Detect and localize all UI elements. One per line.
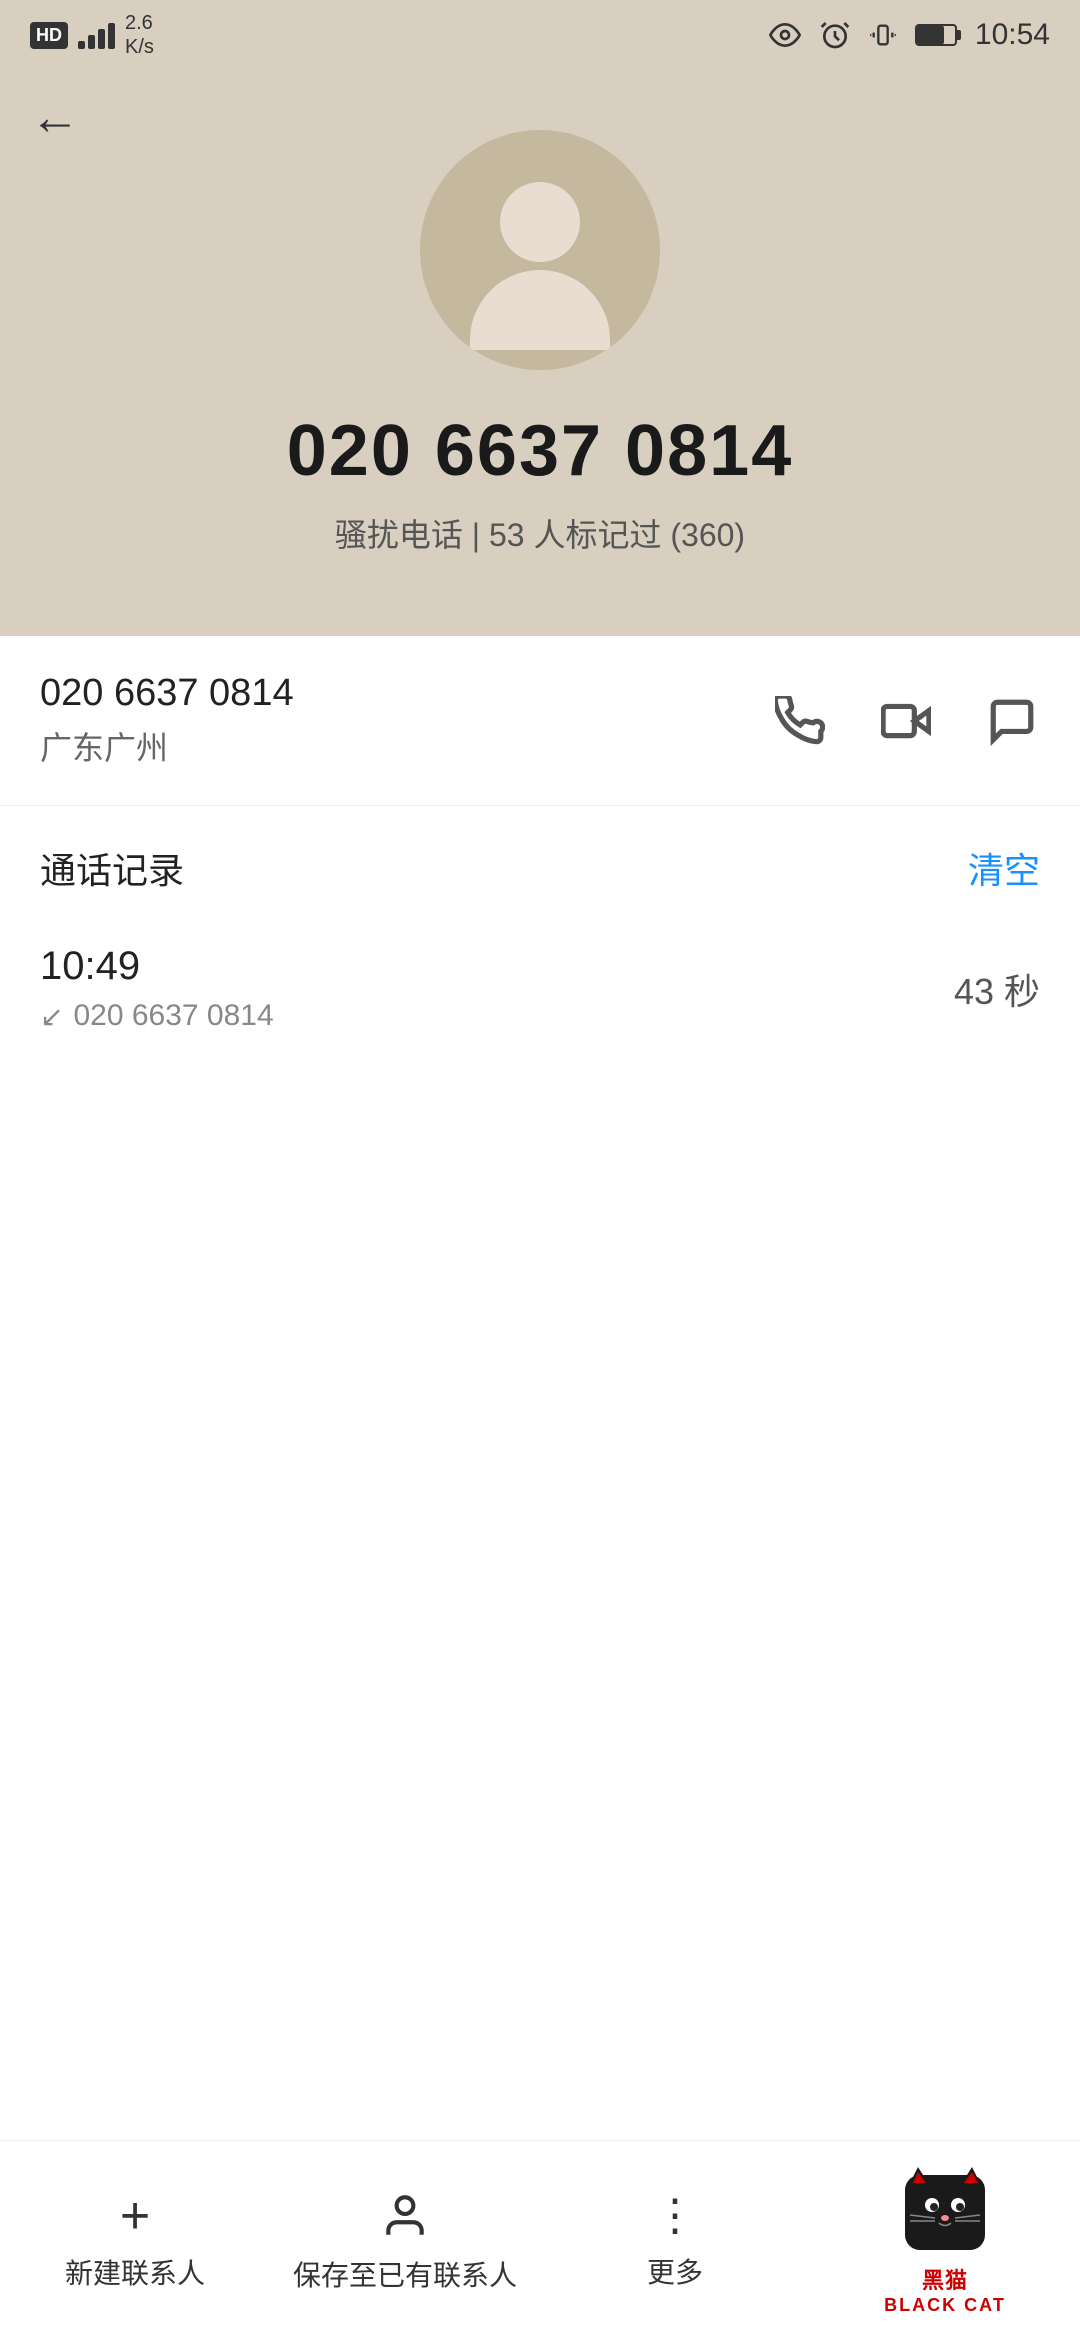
save-contact-label: 保存至已有联系人	[293, 2254, 517, 2294]
status-time: 10:54	[975, 18, 1050, 52]
bottom-nav: + 新建联系人 保存至已有联系人 ⋮ 更多	[0, 2140, 1080, 2340]
signal-bar-3	[98, 29, 105, 49]
clear-button[interactable]: 清空	[968, 842, 1040, 894]
content-area: 020 6637 0814 广东广州	[0, 636, 1080, 1053]
save-contact-nav[interactable]: 保存至已有联系人	[270, 2188, 540, 2294]
video-icon	[881, 696, 931, 746]
battery-fill	[917, 26, 944, 44]
alarm-icon	[819, 19, 851, 51]
more-label: 更多	[647, 2251, 703, 2291]
phone-icon	[775, 696, 825, 746]
call-record-left: 10:49 ↙ 020 6637 0814	[40, 944, 274, 1033]
network-speed: 2.6 K/s	[125, 11, 154, 59]
phone-info-location: 广东广州	[40, 723, 294, 769]
call-record-item: 10:49 ↙ 020 6637 0814 43 秒	[40, 924, 1040, 1053]
new-contact-label: 新建联系人	[65, 2252, 205, 2292]
black-cat-label: 黑猫	[922, 2263, 968, 2295]
signal-bar-1	[78, 41, 85, 49]
call-records-section: 通话记录 清空 10:49 ↙ 020 6637 0814 43 秒	[0, 806, 1080, 1053]
status-bar: HD 2.6 K/s 10:54	[0, 0, 1080, 70]
hero-phone-number: 020 6637 0814	[287, 410, 793, 492]
message-button[interactable]	[984, 693, 1040, 749]
battery-icon	[915, 24, 957, 46]
plus-icon: +	[120, 2190, 150, 2242]
phone-info-row: 020 6637 0814 广东广州	[0, 636, 1080, 806]
call-record-duration: 43 秒	[954, 963, 1040, 1015]
black-cat-text-area: 黑猫 BLACK CAT	[884, 2263, 1006, 2316]
incoming-call-icon: ↙	[40, 1000, 63, 1033]
black-cat-sublabel: BLACK CAT	[884, 2295, 1006, 2316]
person-icon	[377, 2188, 433, 2244]
call-record-number: ↙ 020 6637 0814	[40, 999, 274, 1033]
avatar-person	[470, 182, 610, 350]
avatar	[420, 130, 660, 370]
signal-bar-2	[88, 35, 95, 49]
hd-badge: HD	[30, 22, 68, 49]
more-nav[interactable]: ⋮ 更多	[540, 2190, 810, 2291]
black-cat-nav[interactable]: 黑猫 BLACK CAT	[810, 2165, 1080, 2316]
signal-bar-4	[108, 23, 115, 49]
avatar-head	[500, 182, 580, 262]
call-button[interactable]	[772, 693, 828, 749]
hero-area: 020 6637 0814 骚扰电话 | 53 人标记过 (360)	[0, 70, 1080, 636]
call-records-header: 通话记录 清空	[40, 842, 1040, 894]
status-left: HD 2.6 K/s	[30, 11, 154, 59]
call-records-title: 通话记录	[40, 842, 184, 894]
status-right: 10:54	[769, 18, 1050, 52]
back-button[interactable]: ←	[30, 88, 80, 146]
phone-info-left: 020 6637 0814 广东广州	[40, 672, 294, 769]
video-call-button[interactable]	[878, 693, 934, 749]
new-contact-nav[interactable]: + 新建联系人	[0, 2190, 270, 2292]
avatar-body	[470, 270, 610, 350]
call-record-time: 10:49	[40, 944, 274, 989]
save-contact-icon	[380, 2191, 430, 2241]
black-cat-logo	[900, 2165, 990, 2255]
eye-icon	[769, 19, 801, 51]
vibrate-icon	[869, 19, 897, 51]
signal-bars	[78, 21, 115, 49]
hero-subtitle: 骚扰电话 | 53 人标记过 (360)	[335, 510, 745, 556]
phone-info-number: 020 6637 0814	[40, 672, 294, 715]
action-icons	[772, 693, 1040, 749]
more-icon: ⋮	[653, 2190, 697, 2241]
message-icon	[987, 696, 1037, 746]
